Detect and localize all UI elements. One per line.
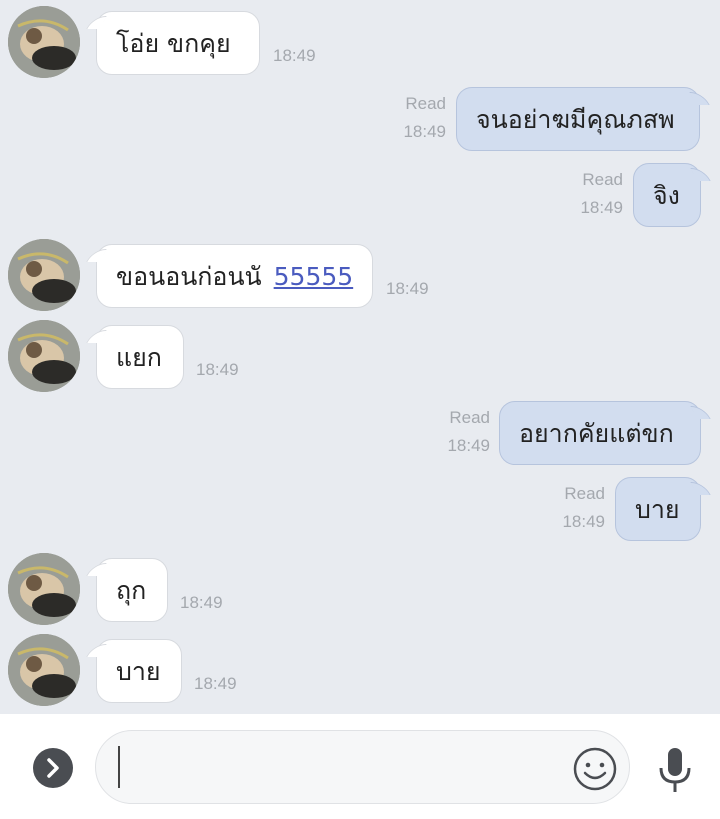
message-bubble[interactable]: บาย <box>615 477 701 541</box>
message-timestamp: 18:49 <box>403 122 446 141</box>
smiley-icon <box>573 747 617 791</box>
chevron-right-icon <box>47 758 59 778</box>
message-timestamp: 18:49 <box>580 198 623 217</box>
avatar[interactable] <box>8 6 80 78</box>
microphone-icon <box>659 748 691 792</box>
message-bubble[interactable]: จิง <box>633 163 701 227</box>
message-text: บาย <box>635 494 680 524</box>
message-text: แยก <box>116 342 162 372</box>
read-receipt: Read <box>564 484 605 503</box>
message-link[interactable]: 55555 <box>274 264 354 289</box>
avatar[interactable] <box>8 553 80 625</box>
message-text: จิง <box>653 180 680 210</box>
emoji-button[interactable] <box>572 746 618 792</box>
message-timestamp: 18:49 <box>447 436 490 455</box>
text-caret <box>118 746 120 788</box>
message-text: อยากคัยแต่ขก <box>519 418 674 448</box>
microphone-button[interactable] <box>655 746 695 794</box>
message-timestamp: 18:49 <box>196 360 239 379</box>
message-timestamp: 18:49 <box>194 674 237 693</box>
message-timestamp: 18:49 <box>180 593 223 612</box>
read-receipt: Read <box>449 408 490 427</box>
message-text: จนอย่าฆมีคุณภสพ <box>476 104 675 134</box>
message-timestamp: 18:49 <box>562 512 605 531</box>
message-bubble[interactable]: แยก <box>96 325 184 389</box>
avatar[interactable] <box>8 634 80 706</box>
message-bubble[interactable]: ถุก <box>96 558 168 622</box>
expand-button[interactable] <box>33 748 73 788</box>
read-receipt: Read <box>582 170 623 189</box>
message-timestamp: 18:49 <box>386 279 429 298</box>
message-text: บาย <box>116 656 161 686</box>
avatar[interactable] <box>8 320 80 392</box>
message-bubble[interactable]: โอ่ย ขกคุย <box>96 11 260 75</box>
message-text: โอ่ย ขกคุย <box>116 28 231 58</box>
message-timestamp: 18:49 <box>273 46 316 65</box>
chat-log[interactable]: โอ่ย ขกคุย 18:49 Read 18:49 จนอย่าฆมีคุณ… <box>0 0 720 714</box>
message-bubble[interactable]: ขอนอนก่อนนั 55555 <box>96 244 373 308</box>
message-text: ขอนอนก่อนนั <box>116 261 262 291</box>
read-receipt: Read <box>405 94 446 113</box>
message-text: ถุก <box>116 575 147 605</box>
message-bubble[interactable]: อยากคัยแต่ขก <box>499 401 701 465</box>
message-bubble[interactable]: บาย <box>96 639 182 703</box>
message-bubble[interactable]: จนอย่าฆมีคุณภสพ <box>456 87 700 151</box>
message-input[interactable] <box>95 730 630 804</box>
avatar[interactable] <box>8 239 80 311</box>
